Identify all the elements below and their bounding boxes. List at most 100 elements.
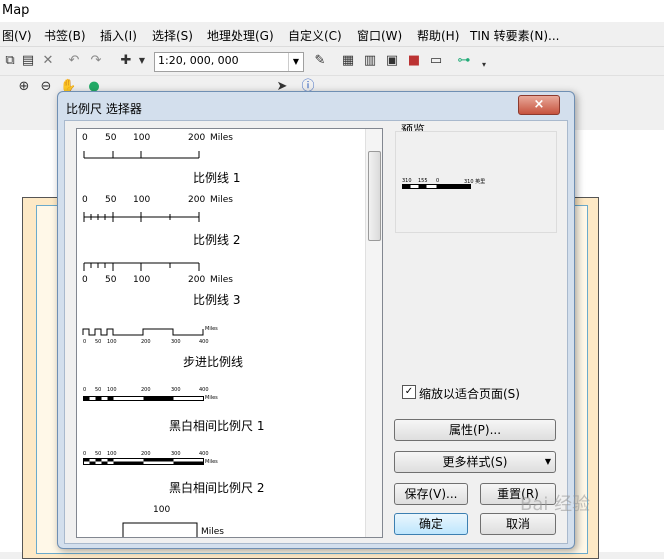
zoom-in-icon[interactable]: ⊕ <box>16 79 32 95</box>
close-icon: × <box>533 97 545 112</box>
tick-label: 100 <box>133 133 151 143</box>
chevron-down-icon: ▼ <box>288 53 303 71</box>
map-scale-combo[interactable]: 1:20, 000, 000 ▼ <box>154 52 304 72</box>
style-item-scale-line-2[interactable]: 0 50 100 200 Miles 比例线 2 <box>77 191 365 253</box>
menu-bookmarks[interactable]: 书签(B) <box>44 27 86 44</box>
toolbar-options-icon[interactable]: ▾ <box>476 57 492 73</box>
ok-button[interactable]: 确定 <box>394 513 468 535</box>
tick-label: 100 <box>107 339 117 345</box>
cancel-button-label: 取消 <box>505 517 530 531</box>
scale-line-2-graphic <box>83 212 200 222</box>
properties-button[interactable]: 属性(P)... <box>394 419 556 441</box>
preview-scale-bar-graphic <box>402 184 471 189</box>
scale-bar-selector-dialog: 比例尺 选择器 × 0 50 100 200 Miles 比例线 1 0 50 … <box>57 91 575 549</box>
dialog-title: 比例尺 选择器 <box>66 102 142 116</box>
cancel-button[interactable]: 取消 <box>480 513 556 535</box>
style-name: 比例线 2 <box>193 233 241 247</box>
menu-tin-to-features[interactable]: TIN 转要素(N)... <box>470 27 559 44</box>
style-item-partial[interactable]: 100 Miles <box>77 501 365 537</box>
table-of-contents-icon[interactable]: ▦ <box>340 53 356 69</box>
tick-label: 100 <box>133 275 151 285</box>
more-styles-button[interactable]: 更多样式(S) ▼ <box>394 451 556 473</box>
copy-icon[interactable]: ⧉ <box>2 53 18 69</box>
style-item-stepped-scale-line[interactable]: 0 50 100 200 300 400 Miles 步进比例线 <box>77 315 365 377</box>
style-name: 黑白相间比例尺 1 <box>169 419 265 433</box>
menu-bar: 图(V) 书签(B) 插入(I) 选择(S) 地理处理(G) 自定义(C) 窗口… <box>0 22 664 47</box>
delete-icon[interactable]: ✕ <box>40 53 56 69</box>
standard-toolbar: ⧉ ▤ ✕ ↶ ↷ ✚ ▼ ✎ ▦ ▥ ▣ ■ ▭ ⊶ ▾ <box>0 47 664 76</box>
editor-toolbar-icon[interactable]: ✎ <box>312 53 328 69</box>
menu-geoprocessing[interactable]: 地理处理(G) <box>207 27 274 44</box>
catalog-icon[interactable]: ▥ <box>362 53 378 69</box>
map-scale-value: 1:20, 000, 000 <box>158 54 239 67</box>
tick-label: 0 <box>82 195 88 205</box>
tick-label: 0 <box>82 133 88 143</box>
tick-label: 400 <box>199 387 209 393</box>
more-styles-button-label: 更多样式(S) <box>442 455 508 469</box>
style-item-scale-line-3[interactable]: 0 50 100 200 Miles 比例线 3 <box>77 253 365 315</box>
tick-label: 100 <box>153 505 171 515</box>
alternating-scale-bar-1-graphic <box>83 396 204 401</box>
tick-label: 50 <box>105 275 117 285</box>
tick-label: 0 <box>82 275 88 285</box>
scale-line-1-graphic <box>83 151 200 159</box>
style-list-scrollbar[interactable] <box>365 129 382 537</box>
undo-icon[interactable]: ↶ <box>66 53 82 69</box>
style-item-scale-line-1[interactable]: 0 50 100 200 Miles 比例线 1 <box>77 129 365 191</box>
menu-view[interactable]: 图(V) <box>2 27 32 44</box>
window-title-bar: Map <box>0 0 664 22</box>
tick-label: 100 <box>107 387 117 393</box>
menu-customize[interactable]: 自定义(C) <box>288 27 342 44</box>
redo-icon[interactable]: ↷ <box>88 53 104 69</box>
style-item-alternating-scale-bar-1[interactable]: 0 50 100 200 300 400 Miles 黑白相间比例尺 1 <box>77 377 365 439</box>
tick-label: 50 <box>105 195 117 205</box>
scrollbar-thumb[interactable] <box>368 151 381 241</box>
partial-style-graphic <box>122 522 198 537</box>
menu-selection[interactable]: 选择(S) <box>152 27 193 44</box>
close-button[interactable]: × <box>518 95 560 115</box>
tick-label: 50 <box>105 133 117 143</box>
menu-help[interactable]: 帮助(H) <box>417 27 459 44</box>
tick-label: Miles <box>210 133 233 143</box>
tick-label: 200 <box>141 339 151 345</box>
search-window-icon[interactable]: ▣ <box>384 53 400 69</box>
save-button-label: 保存(V)... <box>404 487 458 501</box>
tick-label: Miles <box>210 275 233 285</box>
save-button[interactable]: 保存(V)... <box>394 483 468 505</box>
style-item-alternating-scale-bar-2[interactable]: 0 50 100 200 300 400 Miles 黑白相间比例尺 2 <box>77 439 365 501</box>
tick-label: 100 <box>133 195 151 205</box>
properties-button-label: 属性(P)... <box>448 423 502 437</box>
dialog-body: 0 50 100 200 Miles 比例线 1 0 50 100 200 Mi… <box>64 120 568 544</box>
add-data-icon[interactable]: ✚ <box>118 53 134 69</box>
ok-button-label: 确定 <box>418 517 443 531</box>
tick-label: 0 <box>83 339 87 345</box>
model-builder-icon[interactable]: ⊶ <box>456 53 472 69</box>
tick-label: 300 <box>171 339 181 345</box>
python-window-icon[interactable]: ▭ <box>428 53 444 69</box>
style-name: 比例线 1 <box>193 171 241 185</box>
tick-label: 400 <box>199 339 209 345</box>
paste-icon[interactable]: ▤ <box>20 53 36 69</box>
tick-label: 200 <box>188 275 206 285</box>
tick-label: 50 <box>95 339 102 345</box>
tick-label: Miles <box>205 326 218 332</box>
zoom-out-icon[interactable]: ⊖ <box>38 79 54 95</box>
tick-label: 0 <box>83 387 87 393</box>
tick-label: 200 <box>141 387 151 393</box>
arctoolbox-icon[interactable]: ■ <box>406 53 422 69</box>
fit-to-page-label: 缩放以适合页面(S) <box>419 387 520 401</box>
menu-insert[interactable]: 插入(I) <box>100 27 137 44</box>
style-name: 黑白相间比例尺 2 <box>169 481 265 495</box>
tick-label: 300 <box>171 387 181 393</box>
fit-to-page-checkbox[interactable]: ✓ <box>402 385 416 399</box>
scale-bar-style-list[interactable]: 0 50 100 200 Miles 比例线 1 0 50 100 200 Mi… <box>76 128 383 538</box>
menu-windows[interactable]: 窗口(W) <box>357 27 402 44</box>
preview-panel: 310 155 0 310 英里 <box>395 131 557 233</box>
tick-label: 200 <box>188 133 206 143</box>
style-name: 比例线 3 <box>193 293 241 307</box>
add-data-dropdown-icon[interactable]: ▼ <box>134 53 150 69</box>
watermark: Bai 经验 <box>520 494 591 515</box>
tick-label: Miles <box>210 195 233 205</box>
tick-label: 50 <box>95 387 102 393</box>
scale-line-3-graphic <box>83 262 200 271</box>
